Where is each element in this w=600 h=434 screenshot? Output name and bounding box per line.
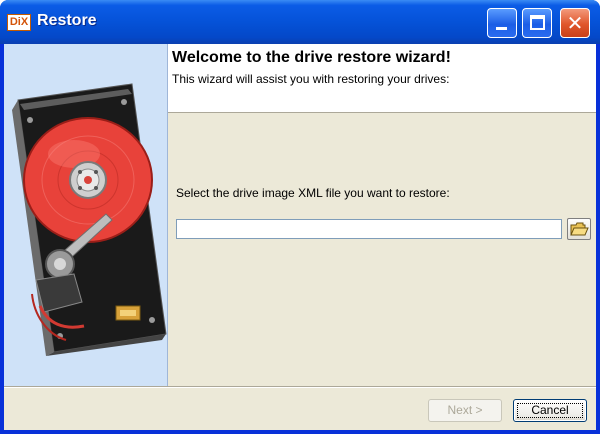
close-button[interactable]: ✕ — [560, 8, 590, 38]
wizard-client-area: Welcome to the drive restore wizard! Thi… — [4, 44, 596, 430]
footer-divider — [4, 386, 596, 388]
close-icon: ✕ — [566, 11, 584, 35]
minimize-button[interactable] — [487, 8, 517, 38]
next-button[interactable]: Next > — [428, 399, 502, 422]
open-folder-icon — [570, 222, 589, 236]
hard-drive-image — [12, 83, 167, 356]
wizard-sidebar — [4, 44, 168, 386]
file-prompt-label: Select the drive image XML file you want… — [176, 186, 450, 200]
maximize-button[interactable] — [522, 8, 552, 38]
minimize-icon — [496, 27, 507, 30]
xml-file-path-input[interactable] — [176, 219, 562, 239]
wizard-header: Welcome to the drive restore wizard! Thi… — [168, 44, 596, 113]
window-frame-right — [596, 44, 600, 434]
next-button-label: Next > — [447, 403, 483, 417]
dix-app-icon: DiX — [7, 14, 31, 31]
window-title: Restore — [37, 12, 97, 29]
maximize-icon — [530, 15, 545, 30]
window-frame-bottom — [0, 430, 600, 434]
app-icon-label: DiX — [9, 16, 29, 28]
title-bar[interactable]: DiX Restore ✕ — [0, 0, 600, 44]
cancel-button[interactable]: Cancel — [513, 399, 587, 422]
wizard-subtitle: This wizard will assist you with restori… — [172, 72, 450, 86]
restore-window: DiX Restore ✕ Welcome to the drive resto… — [0, 0, 600, 434]
browse-folder-button[interactable] — [567, 218, 591, 240]
focus-rectangle — [517, 403, 583, 418]
wizard-title: Welcome to the drive restore wizard! — [172, 49, 451, 66]
